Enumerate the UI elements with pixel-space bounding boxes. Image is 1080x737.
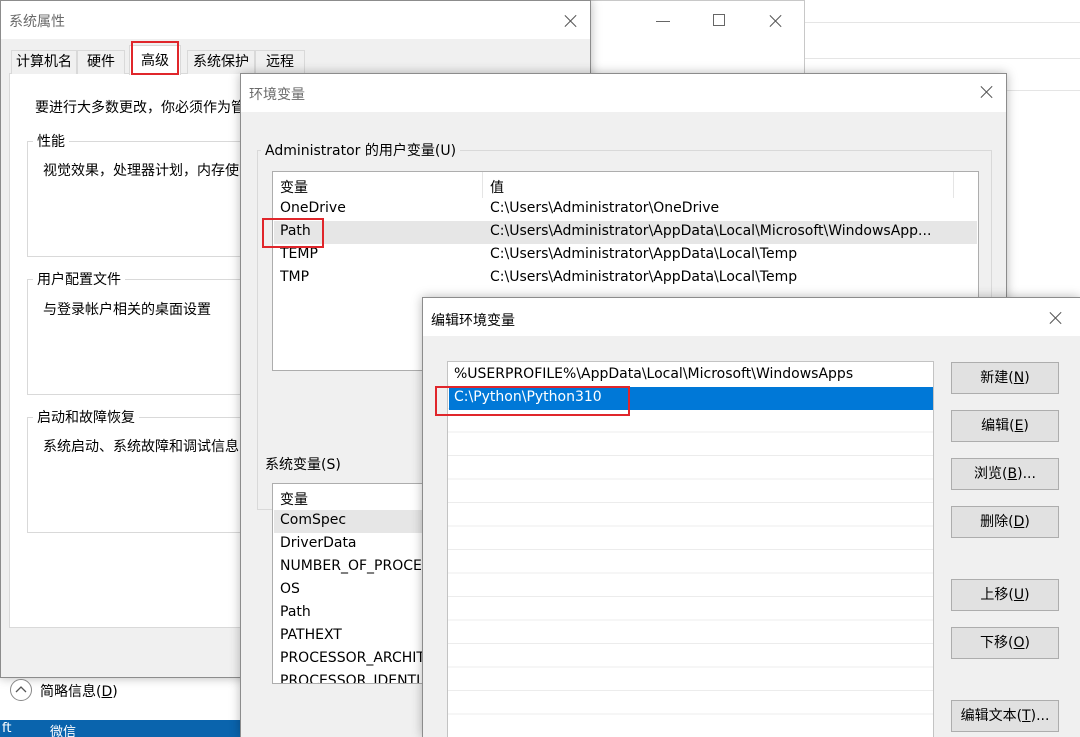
column-header-variable[interactable]: 变量: [280, 177, 308, 197]
path-entry: %USERPROFILE%\AppData\Local\Microsoft\Wi…: [454, 366, 854, 382]
taskbar: ft 微信: [0, 720, 240, 737]
list-item[interactable]: TMP C:\Users\Administrator\AppData\Local…: [274, 267, 977, 290]
btn-label: 新建(: [980, 370, 1014, 386]
btn-suffix: ): [1023, 418, 1029, 434]
title-bar: 编辑环境变量: [423, 298, 1080, 336]
btn-key: N: [1013, 370, 1025, 386]
chevron-up-icon[interactable]: [10, 679, 32, 701]
window-title: 环境变量: [249, 87, 305, 103]
tab-computer-name[interactable]: 计算机名: [11, 50, 77, 74]
btn-label: 编辑文本(: [960, 708, 1023, 724]
variable-name: PROCESSOR_ARCHIT: [280, 650, 425, 666]
system-vars-label: 系统变量(S): [265, 457, 341, 473]
edit-env-dialog: 编辑环境变量 %USERPROFILE%\AppData\Local\Micro…: [422, 297, 1080, 737]
background-lines: [805, 58, 1080, 59]
column-header-value[interactable]: 值: [490, 177, 504, 197]
variable-name: OS: [280, 581, 300, 597]
move-up-button[interactable]: 上移(U): [951, 579, 1059, 611]
tab-remote[interactable]: 远程: [255, 50, 305, 74]
btn-key: B: [1007, 466, 1018, 482]
btn-key: U: [1013, 587, 1025, 603]
list-item-selected[interactable]: C:\Python\Python310: [449, 387, 933, 410]
maximize-icon[interactable]: [713, 14, 725, 26]
tab-hardware[interactable]: 硬件: [77, 50, 125, 74]
edit-text-button[interactable]: 编辑文本(T)...: [951, 700, 1059, 732]
variable-name: TMP: [280, 269, 310, 285]
browse-button[interactable]: 浏览(B)...: [951, 458, 1059, 490]
variable-name: DriverData: [280, 535, 357, 551]
summary-label: 简略信息(: [40, 684, 102, 700]
new-button[interactable]: 新建(N): [951, 362, 1059, 394]
summary-suffix: ): [112, 684, 118, 700]
btn-label: 编辑(: [981, 418, 1015, 434]
btn-suffix: ): [1024, 370, 1030, 386]
user-profiles-legend: 用户配置文件: [33, 269, 125, 289]
variable-name: Path: [280, 223, 311, 239]
column-divider: [953, 172, 954, 198]
variable-value: C:\Users\Administrator\OneDrive: [490, 200, 720, 216]
background-window: [560, 0, 805, 76]
list-item[interactable]: TEMP C:\Users\Administrator\AppData\Loca…: [274, 244, 977, 267]
path-entries-list[interactable]: %USERPROFILE%\AppData\Local\Microsoft\Wi…: [447, 361, 934, 737]
variable-value: C:\Users\Administrator\AppData\Local\Tem…: [490, 246, 798, 262]
startup-recovery-legend: 启动和故障恢复: [33, 407, 139, 427]
taskbar-left-text: ft: [2, 721, 12, 736]
variable-name: PROCESSOR_IDENTI: [280, 673, 421, 684]
btn-label: 下移(: [980, 635, 1014, 651]
delete-button[interactable]: 删除(D): [951, 506, 1059, 538]
variable-name: NUMBER_OF_PROCE: [280, 558, 422, 574]
title-bar: 系统属性: [1, 1, 590, 39]
variable-value: C:\Users\Administrator\AppData\Local\Tem…: [490, 269, 798, 285]
variable-name: Path: [280, 604, 311, 620]
btn-suffix: ): [1024, 587, 1030, 603]
window-title: 编辑环境变量: [431, 313, 515, 329]
admin-notice: 要进行大多数更改，你必须作为管: [35, 100, 245, 116]
user-profiles-text: 与登录帐户相关的桌面设置: [43, 302, 211, 318]
close-icon[interactable]: [977, 82, 997, 102]
move-down-button[interactable]: 下移(O): [951, 627, 1059, 659]
column-header-variable[interactable]: 变量: [280, 489, 308, 509]
btn-label: 上移(: [980, 587, 1014, 603]
btn-suffix: ): [1024, 635, 1030, 651]
background-lines: [805, 22, 1080, 23]
tab-advanced[interactable]: 高级: [129, 45, 181, 75]
btn-key: D: [1013, 514, 1025, 530]
startup-recovery-text: 系统启动、系统故障和调试信息: [43, 439, 239, 455]
tab-system-protection[interactable]: 系统保护: [187, 50, 255, 74]
variable-name: PATHEXT: [280, 627, 342, 643]
variable-name: ComSpec: [280, 512, 347, 528]
btn-suffix: )...: [1030, 708, 1050, 724]
btn-label: 浏览(: [974, 466, 1008, 482]
close-icon[interactable]: [561, 11, 581, 31]
performance-text: 视觉效果，处理器计划，内存使: [43, 163, 239, 179]
list-item[interactable]: %USERPROFILE%\AppData\Local\Microsoft\Wi…: [449, 364, 933, 387]
variable-name: OneDrive: [280, 200, 346, 216]
btn-key: T: [1022, 708, 1031, 724]
btn-suffix: ): [1024, 514, 1030, 530]
summary-key: D: [101, 684, 113, 700]
column-divider[interactable]: [482, 172, 483, 198]
variable-value: C:\Users\Administrator\AppData\Local\Mic…: [490, 223, 932, 239]
window-title: 系统属性: [9, 14, 65, 30]
btn-suffix: )...: [1017, 466, 1036, 482]
taskbar-wechat[interactable]: 微信: [50, 721, 76, 737]
minimize-icon[interactable]: [656, 21, 670, 22]
btn-key: O: [1013, 635, 1025, 651]
performance-legend: 性能: [33, 131, 69, 151]
title-bar: 环境变量: [241, 74, 1006, 112]
edit-button[interactable]: 编辑(E): [951, 410, 1059, 442]
path-entry: C:\Python\Python310: [454, 389, 602, 405]
list-item[interactable]: OneDrive C:\Users\Administrator\OneDrive: [274, 198, 977, 221]
btn-label: 删除(: [980, 514, 1014, 530]
close-icon[interactable]: [766, 11, 786, 31]
variable-name: TEMP: [280, 246, 318, 262]
close-icon[interactable]: [1046, 308, 1066, 328]
list-lines: [448, 362, 933, 737]
list-item-selected[interactable]: Path C:\Users\Administrator\AppData\Loca…: [274, 221, 977, 244]
user-vars-label: Administrator 的用户变量(U): [261, 140, 461, 160]
